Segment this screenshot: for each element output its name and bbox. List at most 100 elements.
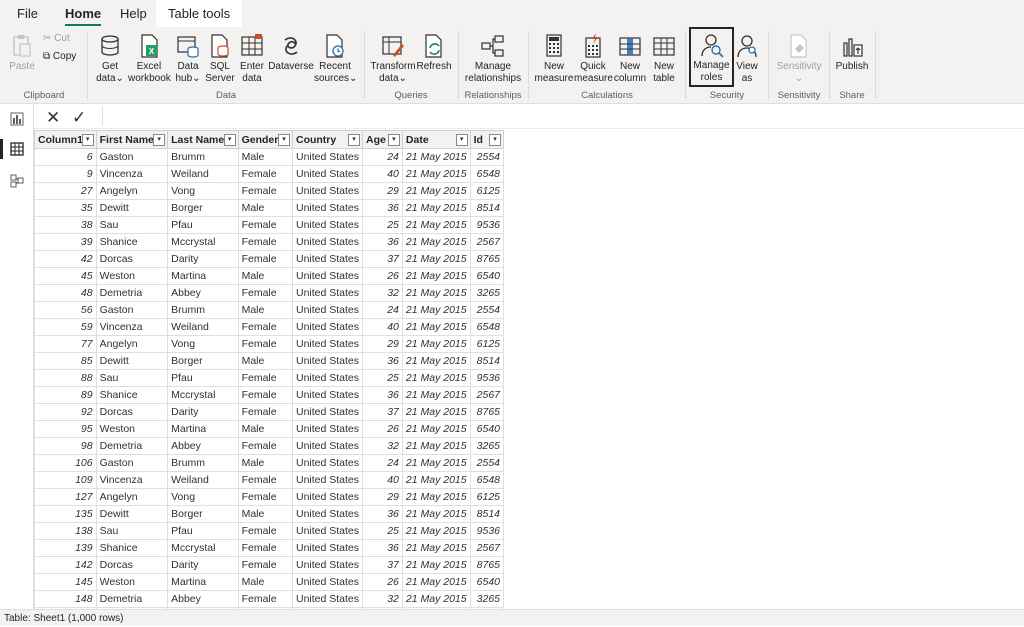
table-row[interactable]: 39 Shanice Mccrystal Female United States 36 2…: [34, 233, 504, 251]
table-cell[interactable]: Vong: [167, 335, 239, 353]
table-cell[interactable]: Female: [237, 369, 293, 387]
table-cell[interactable]: Male: [237, 199, 293, 217]
new-column-button[interactable]: New column: [612, 30, 648, 85]
table-cell[interactable]: United States: [291, 403, 364, 421]
table-cell[interactable]: 2554: [469, 454, 504, 472]
table-cell[interactable]: 37: [362, 556, 403, 574]
filter-dropdown-icon[interactable]: ▾: [489, 134, 501, 146]
table-cell[interactable]: 6540: [469, 420, 504, 438]
manage-relationships-button[interactable]: Manage relationships: [462, 30, 524, 85]
filter-dropdown-icon[interactable]: ▾: [81, 134, 94, 146]
table-cell[interactable]: United States: [291, 488, 364, 506]
table-cell[interactable]: 2554: [469, 148, 504, 166]
table-cell[interactable]: Mccrystal: [167, 233, 239, 251]
table-cell[interactable]: Mccrystal: [167, 386, 239, 404]
table-cell[interactable]: Demetria: [95, 284, 169, 302]
table-cell[interactable]: Weiland: [167, 318, 239, 336]
report-view-button[interactable]: [0, 104, 33, 134]
table-cell[interactable]: Sau: [95, 369, 169, 387]
table-cell[interactable]: 21 May 2015: [401, 233, 471, 251]
table-row[interactable]: 109 Vincenza Weiland Female United States 40 2…: [34, 471, 504, 489]
table-cell[interactable]: Dewitt: [95, 199, 169, 217]
table-cell[interactable]: Vincenza: [95, 165, 169, 183]
table-cell[interactable]: United States: [291, 539, 364, 557]
table-cell[interactable]: 21 May 2015: [401, 318, 471, 336]
table-row[interactable]: 27 Angelyn Vong Female United States 29 21 May…: [34, 182, 504, 200]
table-cell[interactable]: Angelyn: [95, 182, 169, 200]
table-cell[interactable]: Vong: [167, 182, 239, 200]
refresh-button[interactable]: Refresh: [416, 30, 452, 73]
table-cell[interactable]: United States: [291, 420, 364, 438]
table-cell[interactable]: 29: [362, 335, 403, 353]
table-cell[interactable]: 21 May 2015: [401, 250, 471, 268]
table-cell[interactable]: Female: [237, 318, 293, 336]
table-cell[interactable]: Gaston: [95, 148, 169, 166]
table-cell[interactable]: Sau: [95, 522, 169, 540]
table-cell[interactable]: 142: [34, 556, 97, 574]
table-cell[interactable]: 21 May 2015: [401, 267, 471, 285]
table-cell[interactable]: Borger: [167, 352, 239, 370]
table-row[interactable]: 35 Dewitt Borger Male United States 36 21 May …: [34, 199, 504, 217]
table-cell[interactable]: Darity: [167, 250, 239, 268]
table-cell[interactable]: United States: [291, 505, 364, 523]
data-hub-button[interactable]: Data hub⌄: [172, 30, 204, 85]
table-cell[interactable]: 2567: [469, 539, 504, 557]
table-cell[interactable]: 36: [362, 233, 403, 251]
table-cell[interactable]: United States: [291, 233, 364, 251]
table-cell[interactable]: 37: [362, 250, 403, 268]
table-cell[interactable]: Martina: [167, 267, 239, 285]
table-cell[interactable]: 26: [362, 267, 403, 285]
table-cell[interactable]: 21 May 2015: [401, 437, 471, 455]
table-cell[interactable]: 21 May 2015: [401, 352, 471, 370]
table-cell[interactable]: 6125: [469, 182, 504, 200]
table-cell[interactable]: 8765: [469, 556, 504, 574]
table-cell[interactable]: Shanice: [95, 233, 169, 251]
table-cell[interactable]: 6548: [469, 165, 504, 183]
table-row[interactable]: 9 Vincenza Weiland Female United States 40 21 …: [34, 165, 504, 183]
table-cell[interactable]: 21 May 2015: [401, 182, 471, 200]
table-cell[interactable]: Dewitt: [95, 505, 169, 523]
table-cell[interactable]: 25: [362, 369, 403, 387]
table-cell[interactable]: 145: [34, 573, 97, 591]
table-cell[interactable]: Male: [237, 267, 293, 285]
table-cell[interactable]: 2567: [469, 233, 504, 251]
table-cell[interactable]: 38: [34, 216, 97, 234]
table-cell[interactable]: 8514: [469, 352, 504, 370]
table-cell[interactable]: 36: [362, 199, 403, 217]
table-cell[interactable]: Shanice: [95, 386, 169, 404]
table-row[interactable]: 85 Dewitt Borger Male United States 36 21 May …: [34, 352, 504, 370]
sensitivity-button[interactable]: Sensitivity ⌄: [774, 30, 824, 85]
table-cell[interactable]: 21 May 2015: [401, 454, 471, 472]
table-cell[interactable]: Martina: [167, 573, 239, 591]
table-cell[interactable]: Weston: [95, 573, 169, 591]
table-cell[interactable]: Female: [237, 284, 293, 302]
table-cell[interactable]: Vincenza: [95, 318, 169, 336]
table-cell[interactable]: United States: [291, 199, 364, 217]
new-table-button[interactable]: New table: [648, 30, 680, 85]
column-header[interactable]: First Name ▾: [95, 130, 169, 149]
table-cell[interactable]: 21 May 2015: [401, 148, 471, 166]
table-row[interactable]: 142 Dorcas Darity Female United States 37 21 M…: [34, 556, 504, 574]
table-cell[interactable]: 39: [34, 233, 97, 251]
table-cell[interactable]: 29: [362, 488, 403, 506]
table-cell[interactable]: 59: [34, 318, 97, 336]
table-cell[interactable]: 9536: [469, 369, 504, 387]
table-cell[interactable]: 139: [34, 539, 97, 557]
table-cell[interactable]: United States: [291, 369, 364, 387]
table-cell[interactable]: 37: [362, 403, 403, 421]
table-cell[interactable]: 26: [362, 573, 403, 591]
sql-server-button[interactable]: SQL Server: [205, 30, 235, 85]
table-cell[interactable]: United States: [291, 454, 364, 472]
table-cell[interactable]: United States: [291, 556, 364, 574]
table-cell[interactable]: United States: [291, 437, 364, 455]
table-cell[interactable]: 21 May 2015: [401, 199, 471, 217]
table-cell[interactable]: 21 May 2015: [401, 539, 471, 557]
table-cell[interactable]: United States: [291, 386, 364, 404]
table-row[interactable]: 59 Vincenza Weiland Female United States 40 21…: [34, 318, 504, 336]
filter-dropdown-icon[interactable]: ▾: [223, 134, 236, 146]
recent-sources-button[interactable]: Recent sources⌄: [314, 30, 357, 85]
table-cell[interactable]: 148: [34, 590, 97, 608]
column-header[interactable]: Column1 ▾: [34, 130, 97, 149]
table-cell[interactable]: Male: [237, 148, 293, 166]
table-row[interactable]: 138 Sau Pfau Female United States 25 21 May 20…: [34, 522, 504, 540]
